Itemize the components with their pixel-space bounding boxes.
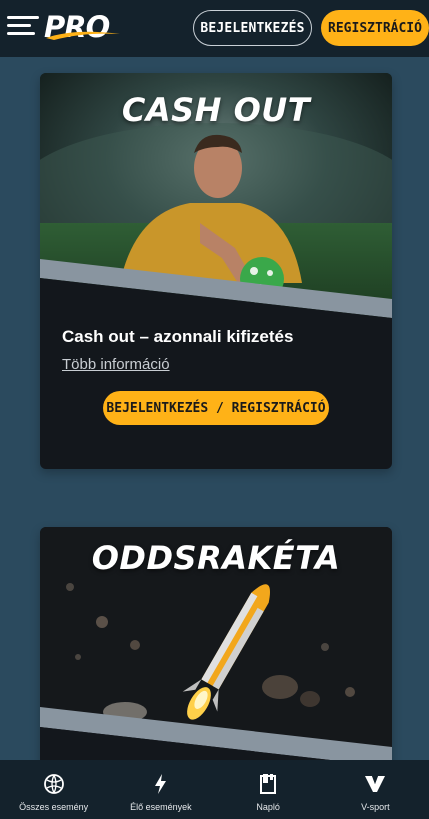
bottom-navigation: Összes esemény Élő események Napló V-spo… (0, 760, 429, 819)
nav-label: Napló (256, 802, 280, 812)
nav-label: V-sport (361, 802, 390, 812)
nav-item-v-sport[interactable]: V-sport (322, 760, 429, 819)
login-register-button[interactable]: BEJELENTKEZÉS / REGISZTRÁCIÓ (103, 391, 329, 425)
menu-icon[interactable] (7, 16, 39, 38)
promo-card-oddsraketa: ODDSRAKÉTA (40, 527, 392, 767)
more-info-link[interactable]: Több információ (62, 356, 170, 373)
register-button[interactable]: REGISZTRÁCIÓ (321, 10, 429, 46)
lightning-icon (154, 774, 166, 794)
nav-item-log[interactable]: Napló (215, 760, 322, 819)
nav-item-all-events[interactable]: Összes esemény (0, 760, 107, 819)
logo-swoosh-icon (46, 31, 120, 40)
login-button[interactable]: BEJELENTKEZÉS (193, 10, 312, 46)
card-title: CASH OUT (121, 91, 311, 129)
nav-label: Összes esemény (19, 802, 89, 812)
nav-item-live-events[interactable]: Élő események (107, 760, 214, 819)
card-title: ODDSRAKÉTA (91, 539, 341, 577)
v-sport-icon (365, 776, 386, 792)
top-header: PRO BEJELENTKEZÉS REGISZTRÁCIÓ (0, 0, 429, 57)
ball-icon (43, 774, 64, 794)
promo-card-cashout: CASH OUT Cash out – azonnali kifizetés T… (40, 73, 392, 469)
nav-label: Élő események (130, 802, 192, 812)
card-heading: Cash out – azonnali kifizetés (62, 327, 294, 346)
ticket-icon (260, 774, 277, 794)
